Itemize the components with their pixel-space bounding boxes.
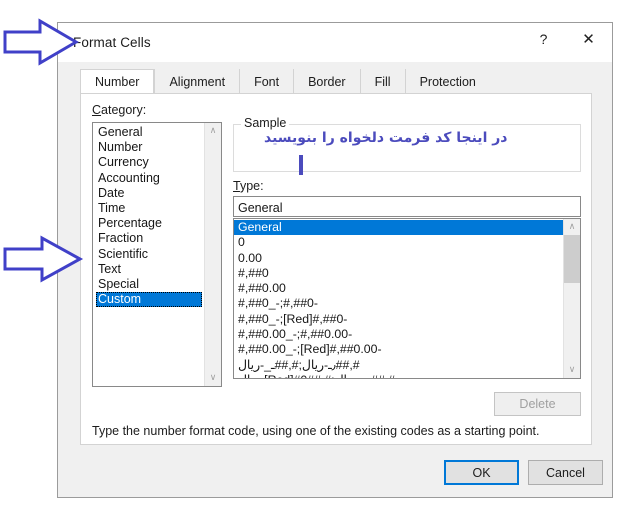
annotation-persian-text: در اینجا کد فرمت دلخواه را بنویسید: [264, 130, 508, 146]
type-item[interactable]: #,##0.00_-;[Red]#,##0.00-: [234, 342, 563, 357]
category-item-percentage[interactable]: Percentage: [96, 216, 204, 231]
type-scrollbar[interactable]: ∧ ∨: [563, 219, 580, 378]
category-item-special[interactable]: Special: [96, 277, 204, 292]
annotation-arrow-title: [3, 18, 79, 66]
scroll-down-icon[interactable]: ∨: [205, 370, 221, 386]
category-item-currency[interactable]: Currency: [96, 155, 204, 170]
category-item-scientific[interactable]: Scientific: [96, 247, 204, 262]
tab-number[interactable]: Number: [80, 69, 155, 95]
category-item-time[interactable]: Time: [96, 201, 204, 216]
cancel-button[interactable]: Cancel: [528, 460, 603, 485]
tab-fill[interactable]: Fill: [359, 69, 405, 94]
type-listbox[interactable]: General 0 0.00 #,##0 #,##0.00 #,##0_-;#,…: [233, 218, 581, 379]
annotation-pointer-bar: [299, 155, 303, 175]
category-item-date[interactable]: Date: [96, 186, 204, 201]
category-label: Category:: [92, 103, 147, 117]
hint-text: Type the number format code, using one o…: [92, 424, 540, 438]
type-label: Type:: [233, 179, 264, 193]
tab-alignment[interactable]: Alignment: [154, 69, 240, 94]
annotation-arrow-custom: [3, 235, 84, 283]
dialog-title: Format Cells: [73, 35, 151, 50]
close-icon[interactable]: ✕: [566, 23, 611, 54]
type-input[interactable]: [233, 196, 581, 217]
sample-legend: Sample: [241, 116, 290, 130]
tab-protection[interactable]: Protection: [404, 69, 490, 94]
category-item-number[interactable]: Number: [96, 140, 204, 155]
type-item[interactable]: #,##0_-;[Red]#,##0-: [234, 312, 563, 327]
category-label-rest: ategory:: [101, 103, 147, 117]
tab-font[interactable]: Font: [239, 69, 294, 94]
type-item[interactable]: #,##ـ_-ریال;#,##0#[Red]-ریال: [234, 373, 563, 378]
category-item-custom[interactable]: Custom: [96, 292, 202, 308]
scrollbar-thumb[interactable]: [564, 235, 580, 283]
scroll-up-icon[interactable]: ∧: [564, 219, 580, 235]
type-item[interactable]: #,##0: [234, 266, 563, 281]
category-item-fraction[interactable]: Fraction: [96, 231, 204, 246]
type-item[interactable]: #,##0.00: [234, 281, 563, 296]
type-item[interactable]: #,##٫ـ-ریال;#,##ـ_-ریال: [234, 358, 563, 373]
type-item[interactable]: #,##0.00_-;#,##0.00-: [234, 327, 563, 342]
dialog-titlebar: Format Cells ? ✕: [58, 23, 612, 62]
category-item-general[interactable]: General: [96, 125, 204, 140]
type-item[interactable]: General: [234, 220, 563, 236]
scroll-up-icon[interactable]: ∧: [205, 123, 221, 139]
category-items: General Number Currency Accounting Date …: [93, 123, 204, 386]
category-listbox[interactable]: General Number Currency Accounting Date …: [92, 122, 222, 387]
type-label-rest: ype:: [239, 179, 264, 193]
format-cells-dialog: Format Cells ? ✕ Number Alignment Font B…: [57, 22, 613, 498]
type-items: General 0 0.00 #,##0 #,##0.00 #,##0_-;#,…: [234, 219, 563, 378]
help-icon[interactable]: ?: [521, 23, 566, 54]
scroll-down-icon[interactable]: ∨: [564, 362, 580, 378]
category-item-accounting[interactable]: Accounting: [96, 171, 204, 186]
ok-button[interactable]: OK: [444, 460, 519, 485]
tab-border[interactable]: Border: [293, 69, 360, 94]
tab-strip: Number Alignment Font Border Fill Protec…: [80, 69, 592, 95]
category-item-text[interactable]: Text: [96, 262, 204, 277]
category-scrollbar[interactable]: ∧ ∨: [204, 123, 221, 386]
type-item[interactable]: #,##0_-;#,##0-: [234, 296, 563, 311]
type-item[interactable]: 0.00: [234, 251, 563, 266]
delete-button[interactable]: Delete: [494, 392, 581, 416]
type-item[interactable]: 0: [234, 235, 563, 250]
